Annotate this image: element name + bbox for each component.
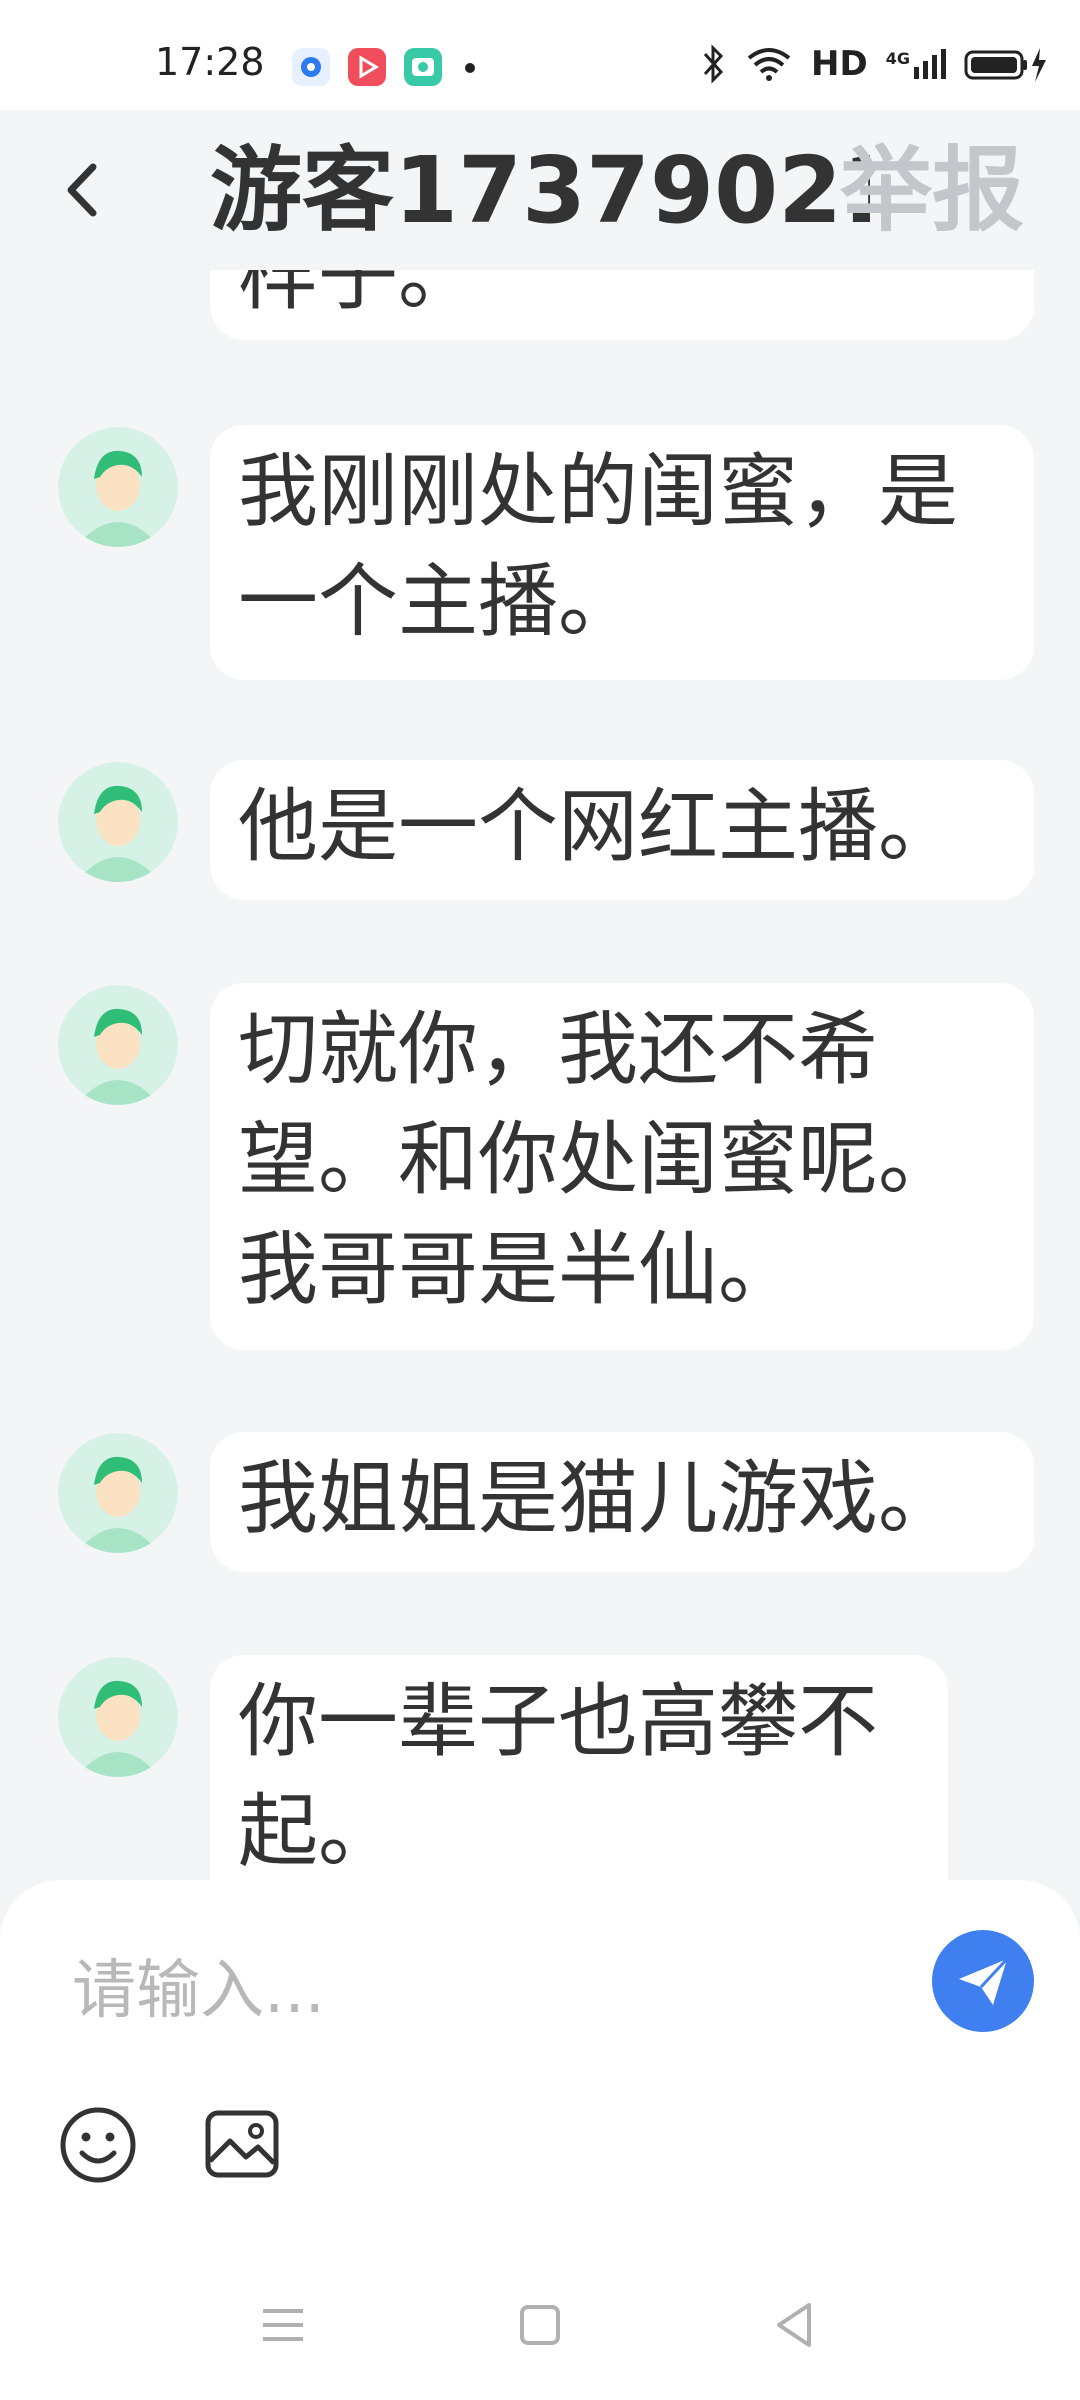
message-list[interactable]: 样子。 我刚刚处的闺蜜，是一个主播。 他是一个网红主播。 切就你，我还不希望。和… [0,270,1080,1880]
message-text: 你一辈子也高攀不起。 [238,1675,878,1878]
home-square-icon[interactable] [510,2295,570,2355]
chat-title: 游客17379021 [210,137,870,244]
status-bar: 17:28 HD 4G [0,0,1080,110]
bluetooth-icon [703,44,724,84]
report-button[interactable]: 举报 [840,136,1024,246]
avatar[interactable] [58,427,178,547]
status-time: 17:28 [155,40,265,84]
avatar[interactable] [58,985,178,1105]
cellular-signal-icon: 4G [886,49,946,79]
message-bubble: 切就你，我还不希望。和你处闺蜜呢。我哥哥是半仙。 [210,983,1034,1350]
network-hd-label: HD [811,44,868,84]
battery-charging-icon [964,48,1046,82]
message-bubble: 你一辈子也高攀不起。 [210,1655,948,1880]
avatar[interactable] [58,762,178,882]
avatar[interactable] [58,1657,178,1777]
menu-icon[interactable] [253,2295,313,2355]
emoji-icon[interactable] [58,2105,138,2185]
message-bubble: 他是一个网红主播。 [210,760,1034,900]
avatar[interactable] [58,1433,178,1553]
app-red-play-icon [348,48,386,86]
message-bubble: 样子。 [210,270,1034,340]
back-triangle-icon[interactable] [765,2295,825,2355]
chat-header: 游客17379021 举报 [0,110,1080,270]
message-input[interactable] [70,1940,874,2042]
message-text: 切就你，我还不希望。和你处闺蜜呢。我哥哥是半仙。 [238,1003,958,1316]
message-text: 我刚刚处的闺蜜，是一个主播。 [238,445,958,648]
message-text: 他是一个网红主播。 [238,780,958,873]
input-panel [0,1880,1080,2400]
wifi-icon [747,48,791,81]
image-icon[interactable] [202,2105,282,2185]
message-text: 我姐姐是猫儿游戏。 [238,1452,958,1545]
send-button[interactable] [932,1930,1034,2032]
message-bubble: 我刚刚处的闺蜜，是一个主播。 [210,425,1034,680]
signal-4g-label: 4G [885,49,910,68]
chevron-left-icon[interactable] [55,155,115,225]
message-bubble: 我姐姐是猫儿游戏。 [210,1432,1034,1572]
app-green-camera-icon [404,48,442,86]
notification-dot-icon [465,63,475,73]
status-right: HD 4G [699,44,1050,84]
message-text: 样子。 [238,270,478,321]
app-blue-circle-icon [292,48,330,86]
paper-plane-icon [959,1957,1009,2005]
